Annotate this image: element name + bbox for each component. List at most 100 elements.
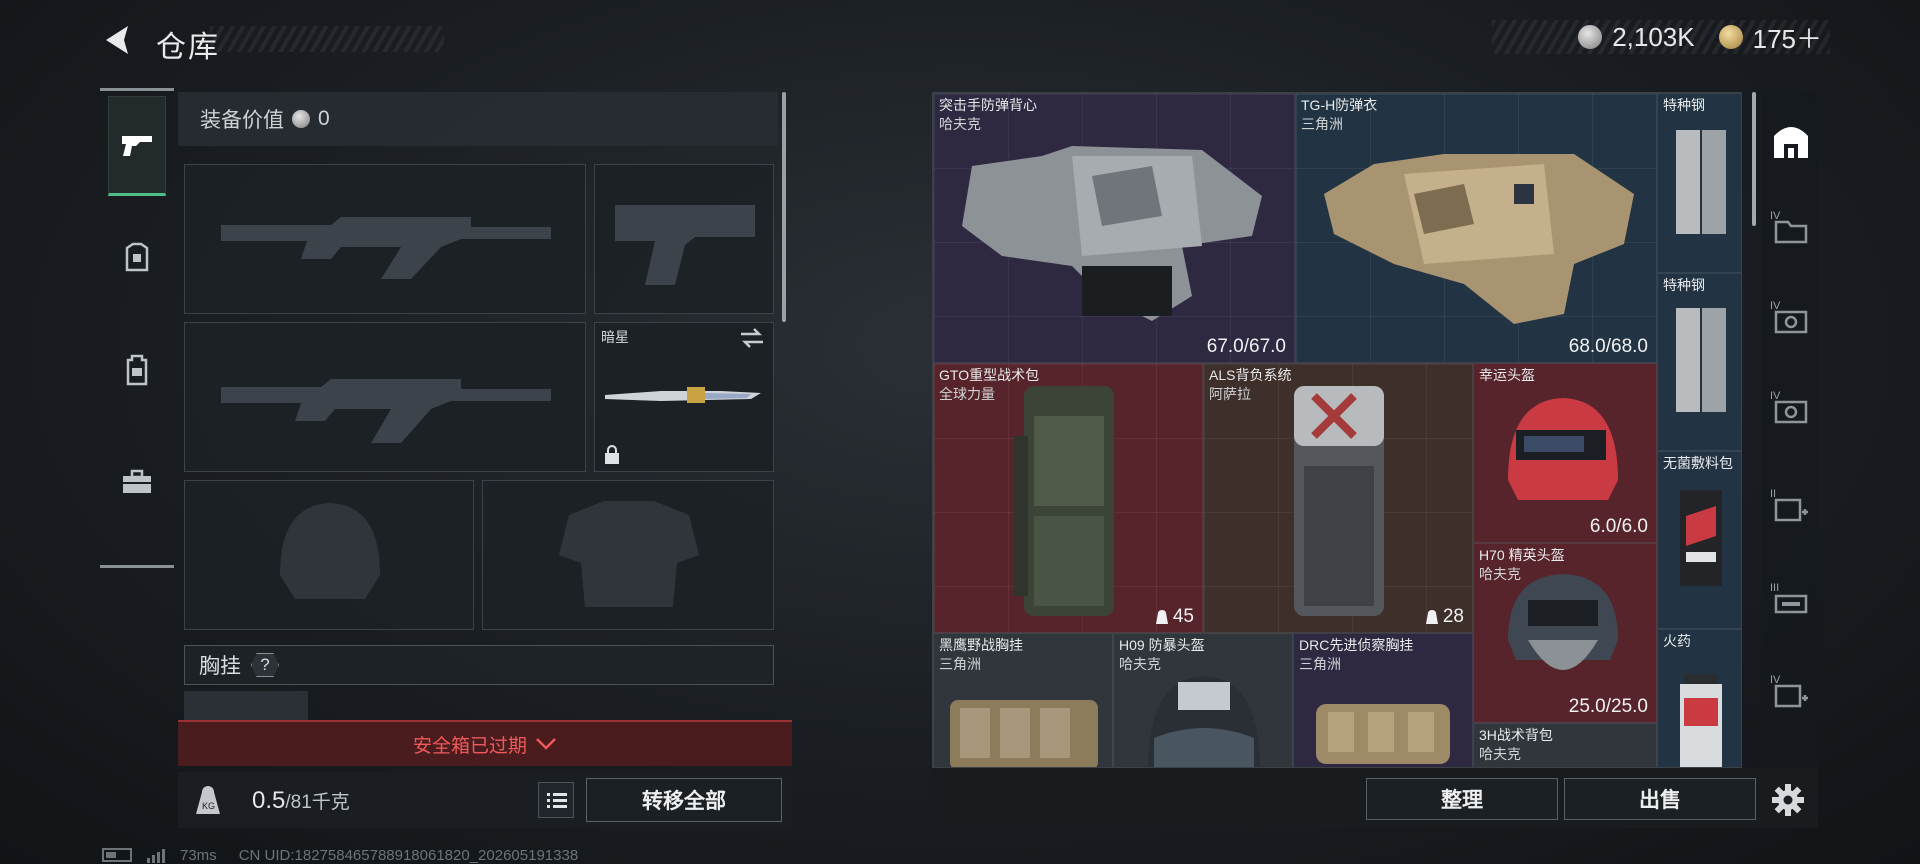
storage-item[interactable]: 3H战术背包 哈夫克: [1473, 723, 1657, 767]
medical-box-icon: [1774, 498, 1808, 522]
storage-all-icon: [1774, 127, 1808, 158]
tab-level: IV: [1770, 390, 1781, 402]
side-tab-storage-1[interactable]: IV: [1770, 210, 1812, 252]
nav-tab-backpack[interactable]: [108, 320, 166, 420]
item-durability: 25.0/25.0: [1568, 696, 1648, 717]
gear-icon: [1772, 784, 1804, 816]
storage-item[interactable]: 特种钢: [1657, 273, 1741, 451]
currency-display: 2,103K 175＋: [1492, 20, 1830, 54]
item-name: 3H战术背包: [1479, 727, 1553, 743]
transfer-all-button[interactable]: 转移全部: [586, 778, 782, 822]
secondary-weapon-slot[interactable]: [184, 322, 586, 472]
back-arrow-icon[interactable]: [98, 22, 138, 58]
storage-action-bar: 整理 出售: [930, 768, 1818, 828]
item-name: 黑鹰野战胸挂: [939, 637, 1023, 653]
silver-currency-value: 2,103K: [1612, 21, 1695, 52]
chest-rig-header: 胸挂 ?: [184, 645, 774, 685]
nav-tab-weapons[interactable]: [108, 96, 166, 196]
pistol-icon: [122, 136, 152, 156]
body-armor-slot[interactable]: [482, 480, 774, 630]
side-tab-ammo[interactable]: III: [1770, 582, 1812, 624]
item-brand: 哈夫克: [1479, 746, 1521, 762]
tab-level: IV: [1770, 210, 1781, 222]
list-icon: [547, 793, 567, 808]
storage-item[interactable]: 突击手防弹背心 哈夫克 67.0/67.0: [933, 93, 1295, 363]
chest-rig-label: 胸挂: [199, 655, 241, 678]
storage-item[interactable]: DRC先进侦察胸挂 三角洲: [1293, 633, 1473, 767]
item-brand: 三角洲: [939, 656, 981, 672]
item-name: 无菌敷料包: [1663, 455, 1733, 471]
armor-vest-image: [962, 146, 1262, 321]
weight-icon: KG: [196, 786, 220, 814]
armor-vest-image: [1324, 154, 1634, 324]
storage-item[interactable]: 无菌敷料包: [1657, 451, 1741, 629]
helmet-slot[interactable]: [184, 480, 474, 630]
sidearm-slot[interactable]: [594, 164, 774, 314]
melee-name: 暗星: [601, 329, 629, 345]
help-icon[interactable]: ?: [251, 653, 279, 677]
chest-rig-slot[interactable]: [184, 691, 308, 721]
storage-grid[interactable]: 突击手防弹背心 哈夫克 67.0/67.0 TG-H防弹衣 三角洲 68.0/6…: [932, 92, 1742, 768]
storage-item[interactable]: 火药: [1657, 629, 1741, 767]
safebox-expired-banner[interactable]: 安全箱已过期: [178, 720, 792, 766]
item-durability: 68.0/68.0: [1568, 336, 1648, 357]
melee-slot[interactable]: 暗星: [594, 322, 774, 472]
side-tab-extra[interactable]: IV: [1770, 674, 1812, 716]
tab-level: IV: [1770, 674, 1781, 686]
storage-item[interactable]: ALS背负系统 阿萨拉 28: [1203, 363, 1473, 633]
item-brand: 阿萨拉: [1209, 386, 1251, 402]
item-brand: 全球力量: [939, 386, 995, 402]
side-tab-all[interactable]: [1770, 120, 1812, 162]
side-tab-medical[interactable]: II: [1770, 488, 1812, 530]
nav-tab-armor[interactable]: [108, 208, 166, 308]
equipment-scrollbar[interactable]: [782, 92, 786, 322]
storage-item[interactable]: TG-H防弹衣 三角洲 68.0/68.0: [1295, 93, 1657, 363]
equipment-value-header: 装备价值 0: [178, 92, 778, 146]
storage-item[interactable]: 幸运头盔 6.0/6.0: [1473, 363, 1657, 543]
item-name: H70 精英头盔: [1479, 547, 1565, 563]
helmet-silhouette-icon: [280, 503, 380, 599]
helmet-image: [1508, 398, 1618, 500]
settings-button[interactable]: [1770, 782, 1806, 818]
bandage-pack-image: [1680, 490, 1722, 586]
steel-plate-image: [1676, 130, 1726, 234]
item-durability: 6.0/6.0: [1589, 516, 1648, 537]
pistol-silhouette-icon: [615, 205, 755, 285]
primary-weapon-slot[interactable]: [184, 164, 586, 314]
item-brand: 三角洲: [1299, 656, 1341, 672]
item-name: TG-H防弹衣: [1301, 97, 1378, 113]
storage-item[interactable]: GTO重型战术包 全球力量 45: [933, 363, 1203, 633]
storage-item[interactable]: 黑鹰野战胸挂 三角洲: [933, 633, 1113, 767]
side-tab-storage-2[interactable]: IV: [1770, 300, 1812, 342]
chest-rig-image: [1316, 704, 1450, 764]
sort-button[interactable]: 整理: [1366, 778, 1558, 820]
storage-scrollbar[interactable]: [1752, 92, 1756, 226]
swap-icon[interactable]: [739, 327, 765, 349]
backpack-icon: [126, 354, 148, 386]
storage-item[interactable]: H70 精英头盔 哈夫克 25.0/25.0: [1473, 543, 1657, 723]
item-name: 火药: [1663, 633, 1691, 649]
svg-text:KG: KG: [202, 801, 215, 811]
tab-level: IV: [1770, 300, 1781, 312]
title-decoration: [210, 26, 444, 52]
storage-item[interactable]: 特种钢: [1657, 93, 1741, 273]
side-tab-storage-3[interactable]: IV: [1770, 390, 1812, 432]
sell-button[interactable]: 出售: [1564, 778, 1756, 820]
list-view-button[interactable]: [538, 782, 574, 818]
armor-icon: [125, 242, 149, 272]
item-name: 幸运头盔: [1479, 367, 1535, 383]
battery-icon: [102, 848, 132, 862]
equipment-panel: 装备价值 0 暗星 胸挂 ? 安全箱已过期 KG 0.5/81千克 转移全部: [178, 92, 792, 828]
weight-max: /81千克: [285, 792, 350, 813]
backpack-image: [1294, 386, 1384, 616]
gold-currency-value[interactable]: 175＋: [1753, 19, 1822, 56]
nav-tab-case[interactable]: [108, 432, 166, 532]
storage-item[interactable]: H09 防暴头盔 哈夫克: [1113, 633, 1293, 767]
silver-coin-icon: [292, 110, 310, 128]
weight-current: 0.5: [252, 787, 286, 814]
ping: 73ms: [180, 846, 217, 864]
briefcase-icon: [123, 469, 151, 493]
weight-bar: KG 0.5/81千克 转移全部: [178, 772, 792, 828]
item-capacity: 28: [1425, 606, 1464, 628]
capacity-icon: [1425, 610, 1438, 624]
